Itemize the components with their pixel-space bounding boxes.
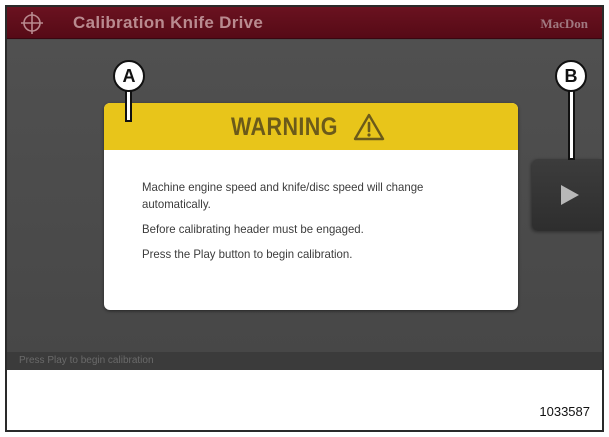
- callout-b: B: [555, 60, 587, 92]
- warning-triangle-icon: [353, 113, 385, 141]
- callout-b-leader-cap: [568, 158, 575, 160]
- callout-a-leader: [125, 91, 132, 121]
- brand-logo: MacDon: [540, 16, 588, 31]
- screen-title: Calibration Knife Drive: [73, 13, 264, 32]
- warning-body: Machine engine speed and knife/disc spee…: [142, 179, 492, 271]
- warning-dialog: WARNING Machine engine speed and knife/d…: [104, 103, 518, 310]
- warning-line-2: Before calibrating header must be engage…: [142, 222, 364, 236]
- warning-header: WARNING: [104, 103, 518, 150]
- title-bar: Calibration Knife Drive MacDon: [7, 7, 602, 39]
- warning-line-3: Press the Play button to begin calibrati…: [142, 247, 353, 261]
- figure-number: 1033587: [539, 404, 590, 419]
- callout-a: A: [113, 60, 145, 92]
- status-bar: Press Play to begin calibration: [7, 352, 602, 370]
- crosshair-icon[interactable]: [21, 12, 43, 34]
- display-screen: Calibration Knife Drive MacDon WARNING M…: [7, 7, 602, 370]
- warning-title: WARNING: [231, 113, 338, 141]
- figure-frame: Calibration Knife Drive MacDon WARNING M…: [5, 5, 604, 432]
- play-icon: [561, 185, 579, 205]
- play-button[interactable]: [532, 159, 602, 231]
- status-text: Press Play to begin calibration: [19, 355, 154, 366]
- callout-b-leader: [568, 91, 575, 159]
- callout-a-leader-cap: [125, 120, 132, 122]
- warning-line-1: Machine engine speed and knife/disc spee…: [142, 180, 424, 211]
